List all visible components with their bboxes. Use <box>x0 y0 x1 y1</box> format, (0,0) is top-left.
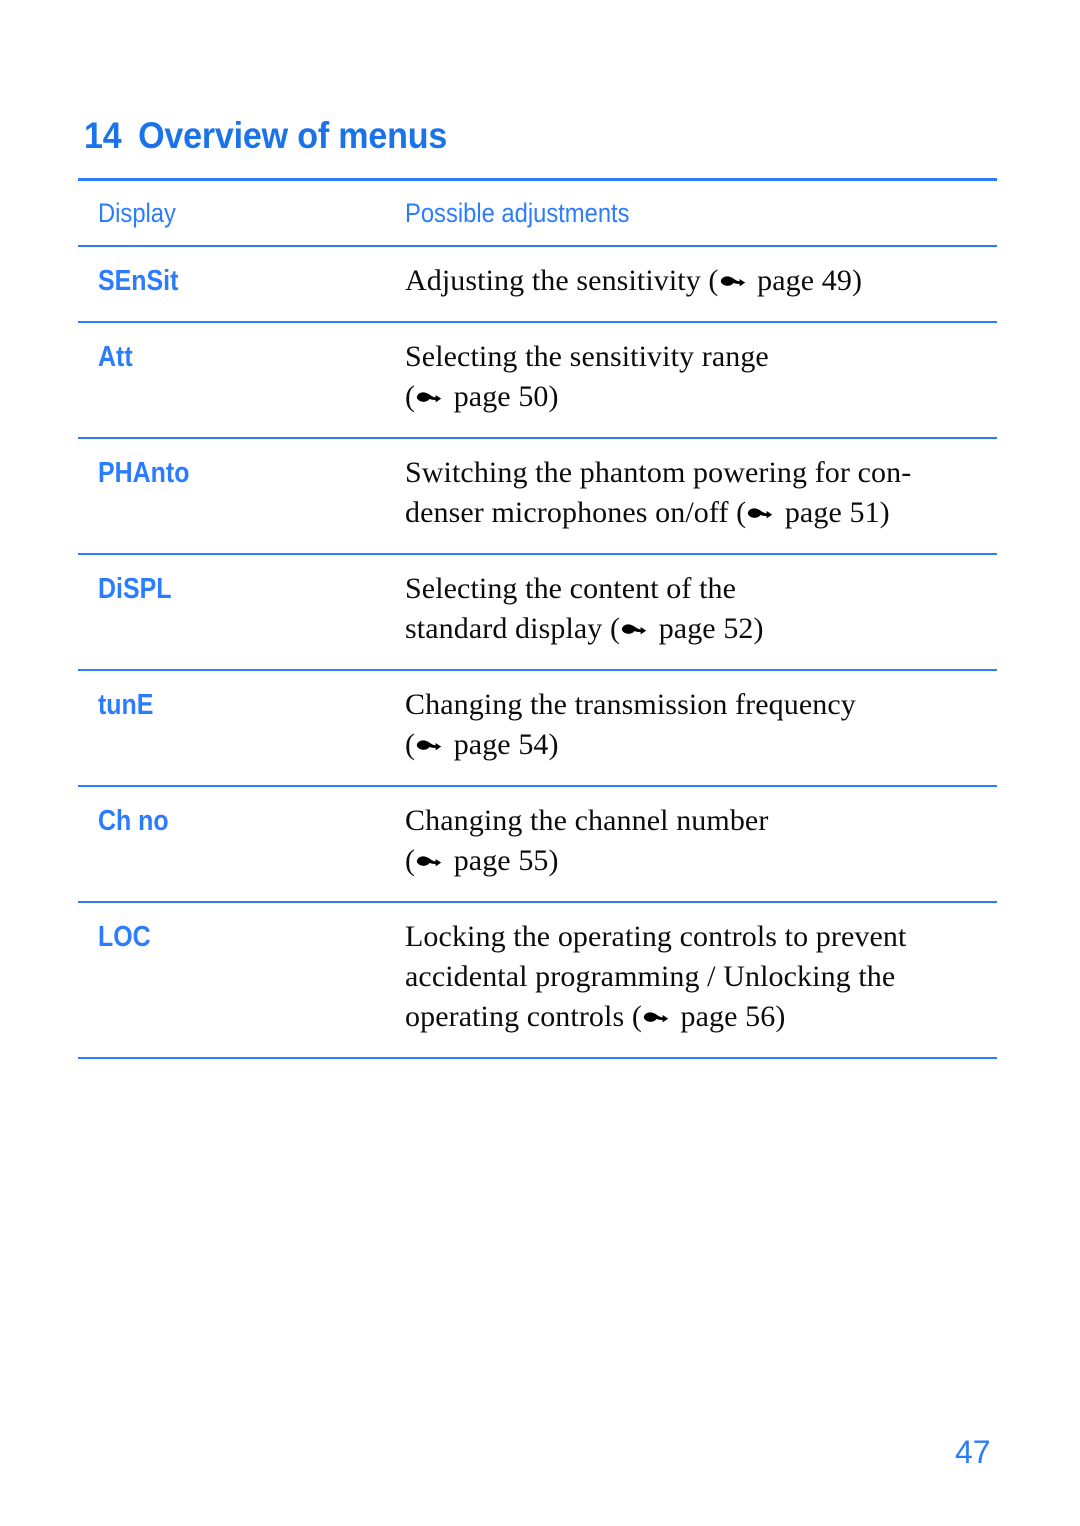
adjustment-description: Changing the transmission frequency ( pag… <box>405 685 997 765</box>
display-code: DiSPL <box>98 573 172 605</box>
description-line: Adjusting the sensitivity ( page 49) <box>405 261 997 301</box>
description-text: page 55) <box>446 844 559 877</box>
description-text: denser microphones on/off ( <box>405 496 747 529</box>
table-header-row: Display Possible adjustments <box>78 181 997 245</box>
description-line: operating controls ( page 56) <box>405 997 997 1037</box>
display-code: tunE <box>98 689 154 721</box>
description-text: ( <box>405 380 416 413</box>
table-row: SEnSit Adjusting the sensitivity ( page 4… <box>78 247 997 321</box>
description-text: operating controls ( <box>405 1000 642 1033</box>
menu-overview-table: Display Possible adjustments SEnSit Adjus… <box>78 178 997 1059</box>
chapter-number: 14 <box>84 114 122 156</box>
description-text: Changing the transmission frequency <box>405 688 856 721</box>
display-code: SEnSit <box>98 265 179 297</box>
display-code: PHAnto <box>98 457 190 489</box>
page-number: 47 <box>955 1434 991 1470</box>
pointing-hand-icon <box>416 739 442 755</box>
description-text: accidental programming / Unlocking the <box>405 960 896 993</box>
pointing-hand-icon <box>621 623 647 639</box>
description-text: page 50) <box>446 380 559 413</box>
pointing-hand-icon <box>720 275 746 291</box>
table-row: Att Selecting the sensitivity range ( page… <box>78 323 997 437</box>
adjustment-description: Adjusting the sensitivity ( page 49) <box>405 261 997 301</box>
description-text: standard display ( <box>405 612 621 645</box>
adjustment-description: Selecting the content of the standard dis… <box>405 569 997 649</box>
column-header-display: Display <box>98 198 176 228</box>
pointing-hand-icon <box>416 391 442 407</box>
table-body: SEnSit Adjusting the sensitivity ( page 4… <box>78 245 997 1059</box>
adjustment-description: Locking the operating controls to preven… <box>405 917 997 1037</box>
column-header-adjustments: Possible adjustments <box>405 198 630 228</box>
table-row: Ch no Changing the channel number ( page 5… <box>78 787 997 901</box>
description-text: ( <box>405 844 416 877</box>
description-line: ( page 50) <box>405 377 997 417</box>
description-line: accidental programming / Unlocking the <box>405 957 997 997</box>
description-line: ( page 55) <box>405 841 997 881</box>
table-bottom-rule <box>78 1057 997 1059</box>
description-text: Changing the channel number <box>405 804 769 837</box>
description-text: page 51) <box>777 496 890 529</box>
table-row: PHAnto Switching the phantom powering for… <box>78 439 997 553</box>
document-page: 14 Overview of menus Display Possible ad… <box>0 0 1080 1526</box>
adjustment-description: Selecting the sensitivity range ( page 50… <box>405 337 997 417</box>
adjustment-description: Switching the phantom powering for con-d… <box>405 453 997 533</box>
description-text: ( <box>405 728 416 761</box>
description-text: page 56) <box>672 1000 786 1033</box>
pointing-hand-icon <box>416 855 442 871</box>
table-row: LOC Locking the operating controls to pre… <box>78 903 997 1057</box>
pointing-hand-icon <box>747 507 773 523</box>
description-text: page 49) <box>749 264 863 297</box>
description-text: page 52) <box>651 612 764 645</box>
page-title: 14 Overview of menus <box>84 115 447 157</box>
description-text: Selecting the content of the <box>405 572 737 605</box>
description-line: Selecting the content of the <box>405 569 997 609</box>
description-line: Changing the transmission frequency <box>405 685 997 725</box>
description-line: Selecting the sensitivity range <box>405 337 997 377</box>
display-code: Att <box>98 341 133 373</box>
description-text: Selecting the sensitivity range <box>405 340 769 373</box>
chapter-title-text: Overview of menus <box>138 114 448 156</box>
description-line: Locking the operating controls to preven… <box>405 917 997 957</box>
description-line: Changing the channel number <box>405 801 997 841</box>
display-code: Ch no <box>98 805 169 837</box>
description-text: page 54) <box>446 728 559 761</box>
table-row: tunE Changing the transmission frequency (… <box>78 671 997 785</box>
description-text: Switching the phantom powering for con- <box>405 456 912 489</box>
adjustment-description: Changing the channel number ( page 55) <box>405 801 997 881</box>
table-row: DiSPL Selecting the content of the standar… <box>78 555 997 669</box>
description-line: standard display ( page 52) <box>405 609 997 649</box>
description-text: Adjusting the sensitivity ( <box>405 264 719 297</box>
display-code: LOC <box>98 921 151 953</box>
description-text: Locking the operating controls to preven… <box>405 920 907 953</box>
description-line: denser microphones on/off ( page 51) <box>405 493 997 533</box>
description-line: ( page 54) <box>405 725 997 765</box>
description-line: Switching the phantom powering for con- <box>405 453 997 493</box>
pointing-hand-icon <box>643 1011 669 1027</box>
